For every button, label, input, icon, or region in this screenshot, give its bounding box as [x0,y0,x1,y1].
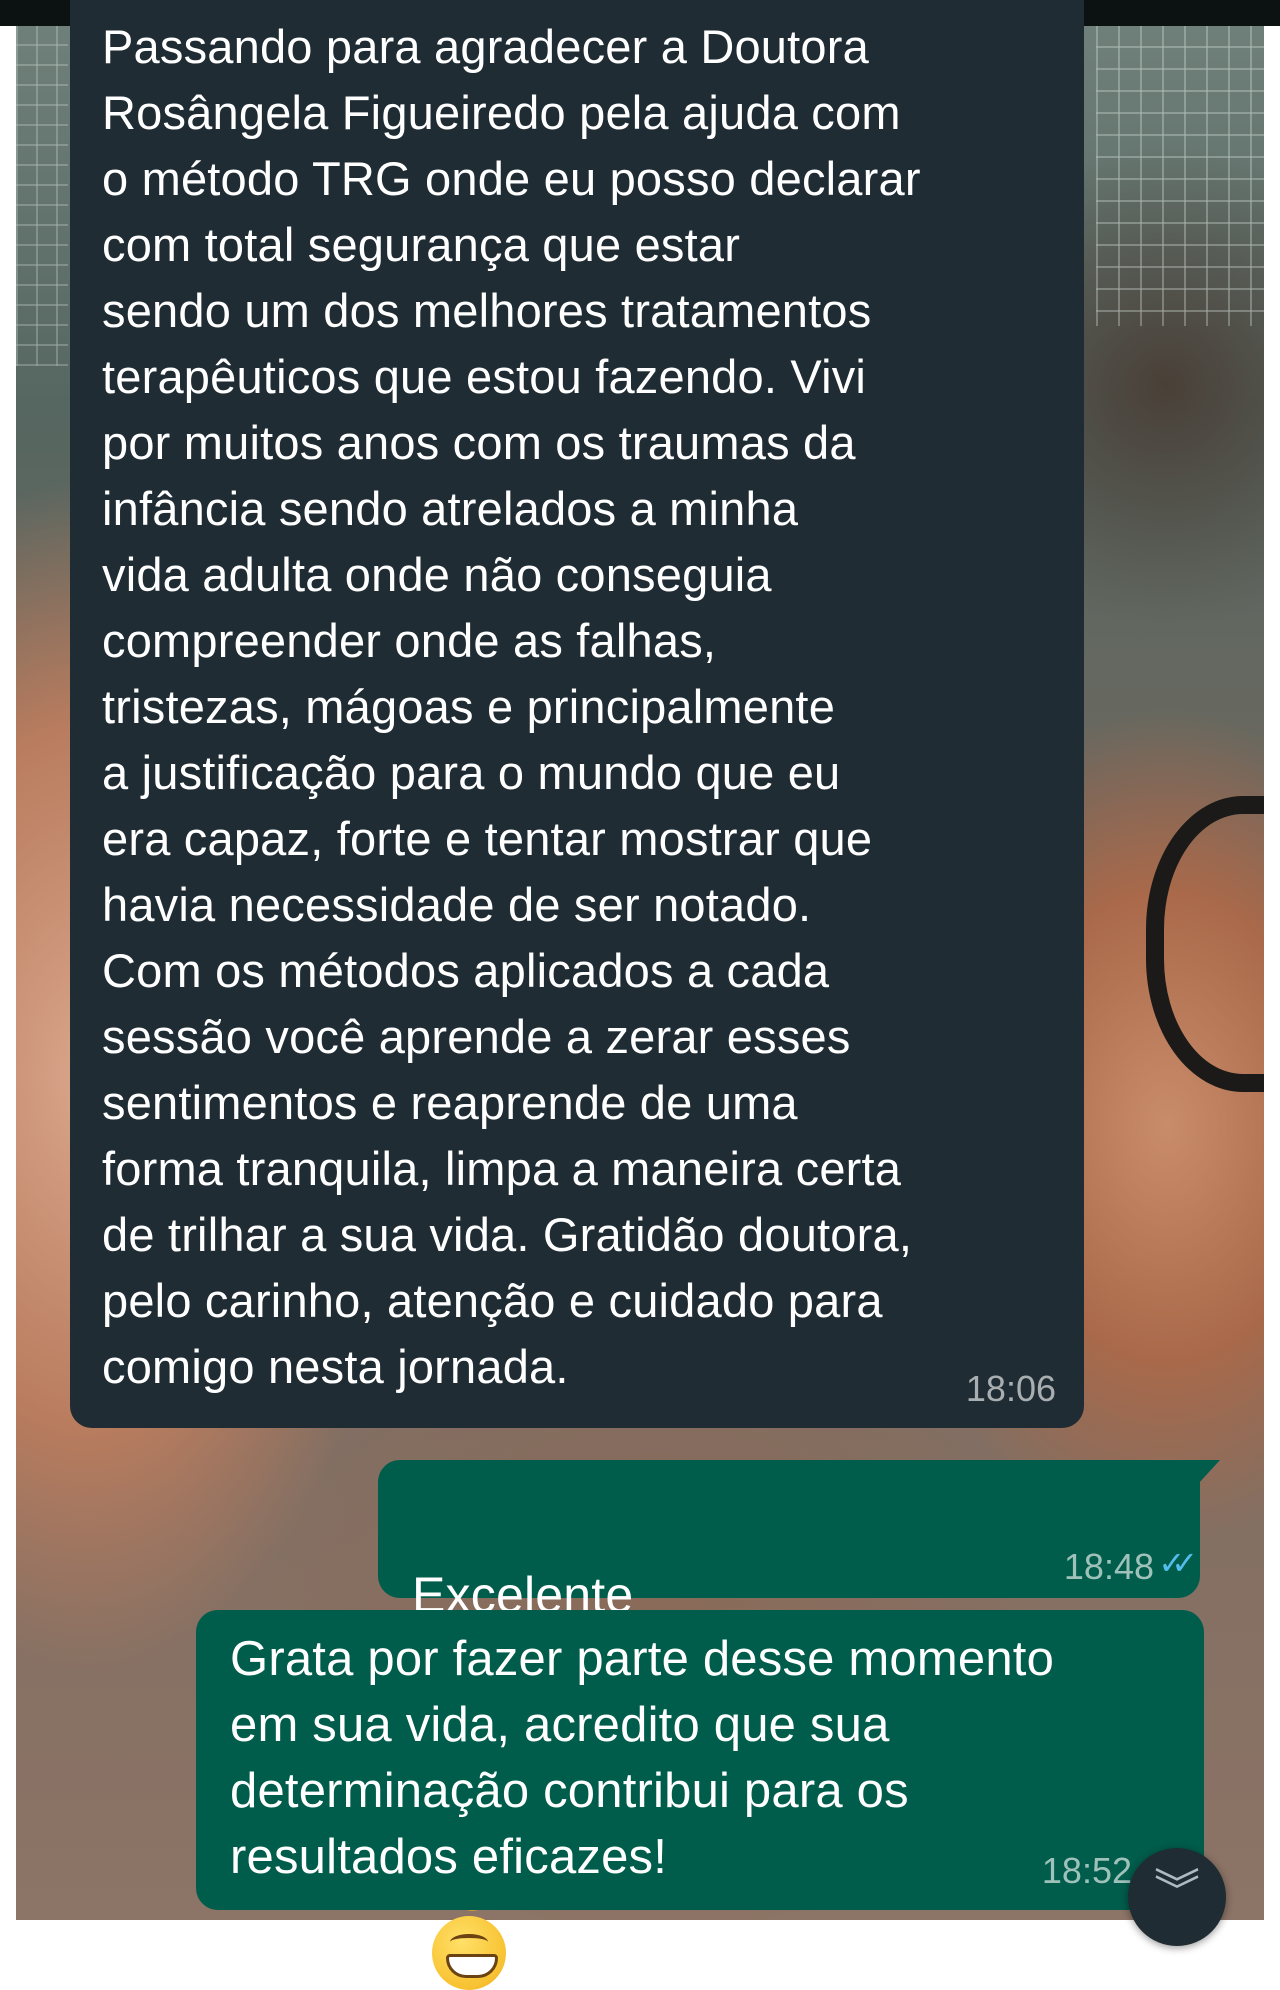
outgoing-message-bubble-2[interactable]: Grata por fazer parte desse momento em s… [196,1610,1204,1910]
incoming-message-text: Passando para agradecer a Doutora Rosâng… [102,20,921,1393]
grinning-face-emoji [432,1916,506,1990]
outgoing-message-2-time: 18:52 [1041,1850,1132,1891]
outgoing-message-2-text: Grata por fazer parte desse momento em s… [230,1632,1055,1884]
scroll-to-bottom-button[interactable]: ︾ [1128,1848,1226,1946]
chevron-double-down-icon: ︾ [1154,1864,1200,1918]
incoming-message-time: 18:06 [965,1368,1056,1409]
outgoing-message-bubble-1[interactable]: Excelente 18:48 ✓✓ [378,1460,1220,1990]
read-double-check-icon: ✓✓ [1158,1544,1197,1582]
incoming-message-bubble[interactable]: Passando para agradecer a Doutora Rosâng… [70,0,1084,1428]
wallpaper-ceiling-grid-left [16,26,68,366]
wallpaper-ceiling-grid-right [1096,26,1264,326]
wallpaper-glasses-shape [1146,796,1264,1092]
bubble-tail [1198,1460,1220,1484]
outgoing-message-1-time: 18:48 [1063,1546,1154,1587]
